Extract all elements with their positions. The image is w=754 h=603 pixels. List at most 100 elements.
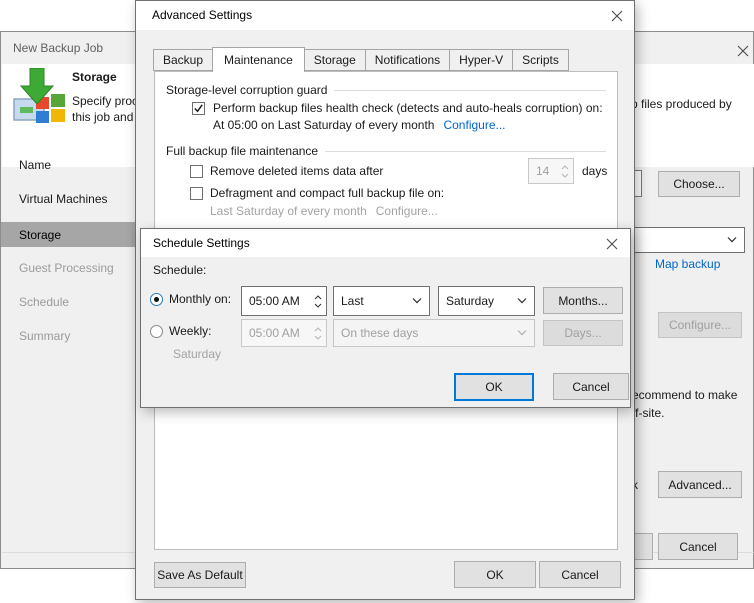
cancel-label: Cancel	[561, 567, 599, 582]
spinner-down-icon	[314, 335, 321, 340]
days-button-label: Days...	[564, 326, 602, 340]
spinner-up-icon	[314, 294, 321, 299]
configure-button-label: Configure...	[668, 318, 732, 332]
tab-label: Hyper-V	[459, 53, 504, 67]
spinner-up-icon	[561, 164, 568, 169]
backup-job-icon	[13, 67, 67, 129]
health-check-checkbox[interactable]	[192, 102, 205, 115]
defragment-label: Defragment and compact full backup file …	[210, 186, 445, 200]
monthly-time-spinner[interactable]: 05:00 AM	[241, 286, 327, 316]
tab-label: Scripts	[522, 53, 559, 67]
chevron-down-icon	[517, 298, 527, 304]
spinner-arrows	[309, 320, 326, 346]
tab-label: Maintenance	[224, 53, 293, 67]
group-line	[325, 150, 606, 152]
sidebar-label: Summary	[19, 329, 71, 343]
tab-label: Backup	[163, 53, 204, 67]
step-description-line2: this job and	[72, 110, 134, 124]
group-caption: Full backup file maintenance	[166, 144, 319, 158]
dialog-title: Advanced Settings	[152, 8, 253, 22]
health-check-label: Perform backup files health check (detec…	[213, 101, 603, 115]
advanced-button-label: Advanced...	[668, 477, 732, 492]
tab-storage[interactable]: Storage	[303, 49, 366, 71]
remove-deleted-label: Remove deleted items data after	[210, 164, 384, 178]
spinner-value: 05:00 AM	[249, 294, 300, 308]
window-title: New Backup Job	[13, 41, 104, 55]
close-icon[interactable]	[604, 236, 620, 252]
sidebar-label: Schedule	[19, 295, 70, 309]
days-spinner: 14	[528, 158, 574, 184]
spinner-arrows[interactable]	[309, 287, 326, 315]
health-check-schedule-line: At 05:00 on Last Saturday of every month…	[213, 118, 506, 132]
step-description-right-fragment: p files produced by	[631, 97, 732, 111]
advanced-cancel-button[interactable]: Cancel	[539, 561, 621, 588]
sidebar-item-schedule: Schedule	[1, 290, 135, 314]
days-combo: On these days	[333, 319, 535, 347]
weekly-radio[interactable]	[150, 325, 163, 338]
schedule-text-disabled: Last Saturday of every month	[210, 204, 367, 218]
tab-backup[interactable]: Backup	[153, 49, 214, 71]
group-caption: Storage-level corruption guard	[166, 83, 328, 97]
schedule-text: At 05:00 on Last Saturday of every month	[213, 118, 435, 132]
sidebar-item-name[interactable]: Name	[1, 153, 135, 177]
combo-value: Last	[341, 294, 364, 308]
tab-scripts[interactable]: Scripts	[512, 49, 569, 71]
close-icon[interactable]	[609, 8, 625, 24]
sidebar-label: Virtual Machines	[19, 192, 108, 206]
spinner-up-icon	[314, 326, 321, 331]
tab-label: Storage	[313, 53, 356, 67]
sidebar-item-summary: Summary	[1, 324, 135, 348]
weekday-combo[interactable]: Saturday	[438, 286, 535, 316]
configure-link[interactable]: Configure...	[443, 118, 505, 132]
week-number-combo[interactable]: Last	[333, 286, 430, 316]
step-description-line1: Specify proc	[72, 94, 139, 108]
defragment-schedule-line: Last Saturday of every month Configure..…	[210, 204, 438, 218]
dialog-title: Schedule Settings	[153, 236, 250, 250]
weekly-radio-label: Weekly:	[169, 324, 212, 338]
save-as-default-button[interactable]: Save As Default	[154, 562, 246, 588]
text-fragment-1: ecommend to make	[632, 388, 738, 402]
monthly-radio[interactable]	[150, 293, 163, 306]
cancel-label: Cancel	[572, 379, 610, 394]
spinner-value: 14	[536, 164, 550, 178]
close-x-glyph	[611, 10, 623, 22]
days-label: days	[582, 164, 608, 178]
configure-button-disabled: Configure...	[658, 312, 742, 338]
sidebar-label: Storage	[19, 227, 62, 242]
wizard-cancel-button[interactable]: Cancel	[658, 533, 738, 560]
months-button[interactable]: Months...	[543, 287, 623, 314]
spinner-down-icon	[561, 173, 568, 178]
chevron-down-icon	[517, 330, 527, 336]
defragment-checkbox[interactable]	[190, 187, 203, 200]
chevron-down-icon	[412, 298, 422, 304]
schedule-label: Schedule:	[153, 263, 207, 277]
screen: New Backup Job Storage Specify proc this…	[0, 0, 754, 603]
sidebar-item-virtual-machines[interactable]: Virtual Machines	[1, 187, 135, 211]
tab-maintenance[interactable]: Maintenance	[212, 47, 305, 72]
advanced-ok-button[interactable]: OK	[454, 561, 536, 588]
schedule-cancel-button[interactable]: Cancel	[553, 373, 629, 400]
schedule-ok-button[interactable]: OK	[454, 373, 534, 401]
spinner-arrows	[556, 159, 573, 183]
repository-combo-fragment[interactable]	[618, 227, 745, 253]
ok-label: OK	[486, 567, 504, 582]
sidebar-item-storage[interactable]: Storage	[1, 222, 135, 247]
ok-label: OK	[485, 380, 503, 394]
monthly-radio-label: Monthly on:	[169, 292, 232, 306]
group-line	[334, 89, 606, 91]
sidebar-item-guest-processing: Guest Processing	[1, 256, 135, 280]
text-fragment-2: ff-site.	[632, 406, 665, 420]
group-full-backup-maintenance: Full backup file maintenance	[166, 144, 606, 158]
advanced-button[interactable]: Advanced...	[658, 471, 742, 498]
map-backup-link[interactable]: Map backup	[655, 257, 720, 271]
choose-button[interactable]: Choose...	[658, 171, 740, 197]
tab-notifications[interactable]: Notifications	[364, 49, 451, 71]
tab-hyper-v[interactable]: Hyper-V	[449, 49, 514, 71]
close-icon[interactable]	[735, 43, 751, 59]
remove-deleted-checkbox[interactable]	[190, 165, 203, 178]
configure-link-disabled: Configure...	[375, 204, 438, 218]
close-x-glyph	[606, 238, 618, 250]
checkmark-icon	[194, 104, 203, 113]
schedule-settings-dialog: Schedule Settings Schedule: Monthly on: …	[140, 228, 631, 408]
step-title: Storage	[72, 70, 117, 84]
